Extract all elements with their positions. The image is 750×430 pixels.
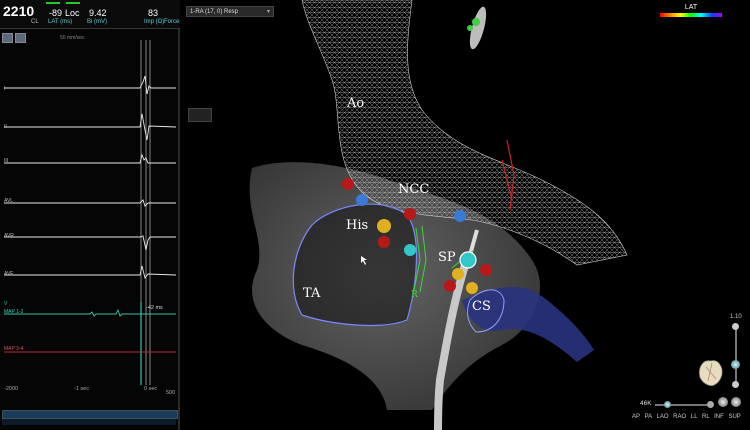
ablation-tag [404,244,416,256]
impedance-value: 83 [148,8,159,18]
mini-toolbar[interactable] [188,108,212,122]
size-slider-end[interactable] [707,401,714,408]
impedance-label: Imp (Ω) [144,19,165,25]
interval-measure: -42 ms [146,305,163,311]
ablation-tag [480,264,492,276]
lat-label: LAT (ms) [48,19,73,25]
lighting-sphere-icon[interactable] [731,397,741,407]
view-ll-button[interactable]: LL [691,414,697,420]
time-axis-right: 500 [166,390,176,396]
channel-label: AVL [4,198,14,204]
cycle-length-value: 2210 [3,3,35,19]
heart-orientation-icon[interactable] [696,357,726,389]
channel-label: II [4,124,7,130]
map-selector-value: 1-RA (17, 0) Resp [190,9,239,15]
map-selector-dropdown[interactable]: 1-RA (17, 0) Resp ▾ [186,6,274,17]
ecg-traces [4,40,177,385]
lat-value: -89 [49,8,63,18]
zoom-slider-knob[interactable] [731,360,740,369]
size-slider-knob[interactable] [664,401,671,408]
view-rl-button[interactable]: RL [702,414,709,420]
chevron-down-icon: ▾ [266,9,270,15]
view-ap-button[interactable]: AP [632,414,640,420]
label-ao: Ao [347,96,365,111]
ablation-tag [466,282,478,294]
lat-color-scale [660,13,722,17]
reference-dot [467,25,473,31]
ablation-tag [378,236,390,248]
channel-label: AVF [4,271,14,277]
view-pa-button[interactable]: PA [645,414,652,420]
size-value: 46K [640,400,652,407]
ecg-panel: 2210 CL -89 Loc LAT (ms) 9.42 Bi (mV) 83… [0,0,180,430]
timeline-track[interactable] [2,419,176,425]
label-ta: TA [303,286,321,301]
label-r: R [411,290,418,300]
channel-label: AVR [4,233,14,239]
time-axis-left: -2000 [4,386,19,392]
ablation-tag [444,280,456,292]
label-sp: SP [438,250,456,265]
signal-indicator [66,2,80,4]
label-his: His [346,218,369,233]
view-sup-button[interactable]: SUP [728,414,740,420]
zoom-value: 1.10 [730,314,742,320]
view-rao-button[interactable]: RAO [673,414,686,420]
channel-label: III [4,158,9,164]
view-inf-button[interactable]: INF [714,414,724,420]
ablation-tag [454,210,466,222]
rotate-sphere-icon[interactable] [718,397,728,407]
view-presets: AP PA LAO RAO LL RL INF SUP [632,414,741,420]
channel-label: I [4,86,6,92]
zoom-in-button[interactable] [732,323,739,330]
ablation-tag [452,268,464,280]
cycle-length-label: CL [31,19,39,25]
time-axis-zero: 0 sec [144,386,158,392]
ablation-tag [342,178,354,190]
bipolar-value: 9.42 [89,8,107,18]
label-ncc: NCC [398,182,430,197]
label-cs: CS [472,299,491,314]
measurement-header: 2210 CL -89 Loc LAT (ms) 9.42 Bi (mV) 83… [0,0,180,29]
ablation-tag [356,194,368,206]
signal-indicator [46,2,60,4]
channel-label: MAP 3-4 [4,346,24,352]
channel-label: MAP 1-2 [4,309,24,315]
ablation-tag [404,208,416,220]
reference-dot [472,18,480,26]
ablation-tag [459,251,477,269]
loc-label: Loc [65,8,80,18]
zoom-slider-track[interactable] [735,325,737,385]
channel-label: V [4,301,8,307]
time-axis-mid: -1 sec [74,386,89,392]
map-3d-view[interactable]: 1-RA (17, 0) Resp ▾ LAT Ao NCC His SP TA… [182,0,750,430]
anatomy-scene [249,0,628,430]
zoom-out-button[interactable] [732,381,739,388]
force-label: Force [164,19,180,25]
view-lao-button[interactable]: LAO [656,414,668,420]
ablation-tag [377,219,391,233]
lat-legend-title: LAT [684,4,698,11]
bipolar-label: Bi (mV) [87,19,107,25]
timeline-scrollbar[interactable] [2,410,178,419]
